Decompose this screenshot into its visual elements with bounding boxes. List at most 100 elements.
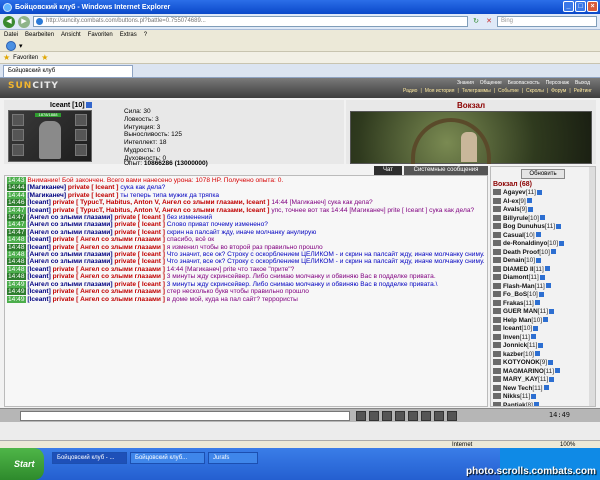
info-icon[interactable]: [559, 240, 565, 246]
player-list-item[interactable]: kazber[10]: [493, 351, 595, 360]
chat-private-recipients[interactable]: private [ Iceant ]: [113, 251, 165, 258]
search-input[interactable]: Bing: [497, 16, 597, 27]
top-menu-knowledge[interactable]: Знания: [457, 80, 474, 86]
sub-menu-radio[interactable]: Радио: [403, 88, 417, 94]
info-icon[interactable]: [536, 189, 542, 195]
player-list-scrollbar[interactable]: [589, 167, 595, 406]
player-list-item[interactable]: Billyrule[10]: [493, 215, 595, 224]
chat-private-recipients[interactable]: private [ Iceant ]: [66, 192, 119, 199]
info-icon[interactable]: [544, 266, 550, 272]
info-icon[interactable]: [535, 232, 541, 238]
info-icon[interactable]: [535, 257, 541, 263]
star-icon[interactable]: ★: [3, 53, 10, 62]
refresh-icon[interactable]: ↻: [471, 17, 481, 27]
player-list-item[interactable]: Help Man[10]: [493, 317, 595, 326]
menu-item-ansicht[interactable]: Ansicht: [61, 32, 81, 38]
chat-sender[interactable]: [Ангел со злыми глазами]: [27, 258, 112, 265]
refresh-button[interactable]: Обновить: [521, 169, 565, 179]
info-icon[interactable]: [556, 223, 562, 229]
info-icon[interactable]: [548, 308, 554, 314]
settings-icon[interactable]: [434, 411, 444, 421]
menu-item-help[interactable]: ?: [144, 32, 147, 38]
chat-private-recipients[interactable]: private [ Ангел со злыми глазами ]: [51, 288, 165, 295]
info-icon[interactable]: [533, 325, 539, 331]
equipment-slot[interactable]: [75, 144, 87, 156]
chat-private-recipients[interactable]: private [ Ангел со злыми глазами ]: [51, 273, 165, 280]
favorites-button[interactable]: Favoriten: [13, 55, 38, 61]
player-list-item[interactable]: GUER MAN[11]: [493, 308, 595, 317]
info-icon[interactable]: [549, 376, 555, 382]
info-icon[interactable]: [527, 206, 533, 212]
player-list-item[interactable]: KOTYONOK[9]: [493, 359, 595, 368]
info-icon[interactable]: [534, 351, 540, 357]
chat-private-recipients[interactable]: private [ Ангел со злыми глазами ]: [51, 266, 165, 273]
info-icon[interactable]: [85, 102, 92, 109]
chat-log[interactable]: 14:43 Внимание! Бой закончен. Всего вами…: [4, 175, 488, 407]
top-menu-chat[interactable]: Общение: [480, 80, 502, 86]
player-list-item[interactable]: Nikks[11]: [493, 393, 595, 402]
player-list-item[interactable]: Death Proof[10]: [493, 249, 595, 258]
info-icon[interactable]: [550, 249, 556, 255]
menu-item-favoriten[interactable]: Favoriten: [88, 32, 113, 38]
sub-menu-event[interactable]: Событие: [498, 88, 519, 94]
chat-sender[interactable]: [Iceant]: [27, 207, 50, 214]
equipment-slot[interactable]: [12, 114, 24, 126]
chat-sender[interactable]: [Iceant]: [27, 273, 50, 280]
chat-private-recipients[interactable]: private [ Ангел со злыми глазами ]: [51, 236, 165, 243]
info-icon[interactable]: [548, 359, 554, 365]
taskbar-item[interactable]: Jurafs: [208, 452, 258, 464]
add-favorite-icon[interactable]: ★: [41, 53, 48, 62]
send-icon[interactable]: [356, 411, 366, 421]
info-icon[interactable]: [530, 334, 536, 340]
player-list-item[interactable]: Diamont[11]: [493, 274, 595, 283]
chat-sender[interactable]: [Ангел со злыми глазами]: [27, 221, 112, 228]
player-list-item[interactable]: Iceant[10]: [493, 325, 595, 334]
info-icon[interactable]: [533, 402, 539, 406]
player-list-item[interactable]: New Tech[11]: [493, 385, 595, 394]
taskbar-item[interactable]: Бойцовский клуб...: [130, 452, 205, 464]
player-list-item[interactable]: Al-ex[9]: [493, 198, 595, 207]
player-list-item[interactable]: Frakas[11]: [493, 300, 595, 309]
menu-item-datei[interactable]: Datei: [4, 32, 18, 38]
chat-sender[interactable]: [Ангел со злыми глазами]: [27, 229, 112, 236]
chat-sender[interactable]: [Iceant]: [27, 199, 50, 206]
tab-combats[interactable]: Бойцовский клуб: [3, 65, 133, 77]
chat-private-recipients[interactable]: private [ Iceant ]: [113, 229, 165, 236]
menu-item-extras[interactable]: Extras: [120, 32, 137, 38]
chat-sender[interactable]: [Iceant]: [27, 266, 50, 273]
player-list-item[interactable]: Inven[11]: [493, 334, 595, 343]
info-icon[interactable]: [539, 274, 545, 280]
equipment-slot[interactable]: [12, 144, 24, 156]
sub-menu-forum[interactable]: Форум: [551, 88, 566, 94]
top-menu-character[interactable]: Персонаж: [546, 80, 569, 86]
back-button[interactable]: ◀: [3, 15, 15, 28]
maximize-button[interactable]: □: [575, 1, 586, 12]
ie-icon[interactable]: [6, 40, 16, 51]
chat-sender[interactable]: [Iceant]: [27, 236, 50, 243]
forward-button[interactable]: ▶: [18, 15, 30, 28]
sub-menu-rating[interactable]: Рейтинг: [574, 88, 592, 94]
close-button[interactable]: ×: [587, 1, 598, 12]
player-list-item[interactable]: Casual[10]: [493, 232, 595, 241]
taskbar-item[interactable]: Бойцовский клуб - ...: [52, 452, 127, 464]
info-icon[interactable]: [543, 317, 549, 323]
start-button[interactable]: Start: [0, 448, 44, 480]
sound-icon[interactable]: [421, 411, 431, 421]
info-icon[interactable]: [545, 283, 551, 289]
player-list-item[interactable]: DIAMED II[11]: [493, 266, 595, 275]
chat-private-recipients[interactable]: private [ Iceant ]: [66, 184, 119, 191]
smiley-icon[interactable]: [369, 411, 379, 421]
stop-icon[interactable]: ✕: [484, 17, 494, 27]
player-list-item[interactable]: Denain[10]: [493, 257, 595, 266]
chat-private-recipients[interactable]: private [ Iceant ]: [113, 281, 165, 288]
player-list-item[interactable]: Fo_BoS[10]: [493, 291, 595, 300]
top-menu-security[interactable]: Безопасность: [508, 80, 540, 86]
chat-private-recipients[interactable]: private [ Ангел со злыми глазами ]: [51, 296, 165, 303]
player-list-item[interactable]: Bog Dunuhus[11]: [493, 223, 595, 232]
address-input[interactable]: http://suncity.combats.com/buttons.pl?ba…: [33, 16, 468, 27]
player-list-item[interactable]: Agayev[11]: [493, 189, 595, 198]
equipment-slot[interactable]: [12, 129, 24, 141]
player-list-item[interactable]: Pantiak[8]: [493, 402, 595, 406]
clear-icon[interactable]: [395, 411, 405, 421]
filter-icon[interactable]: [382, 411, 392, 421]
